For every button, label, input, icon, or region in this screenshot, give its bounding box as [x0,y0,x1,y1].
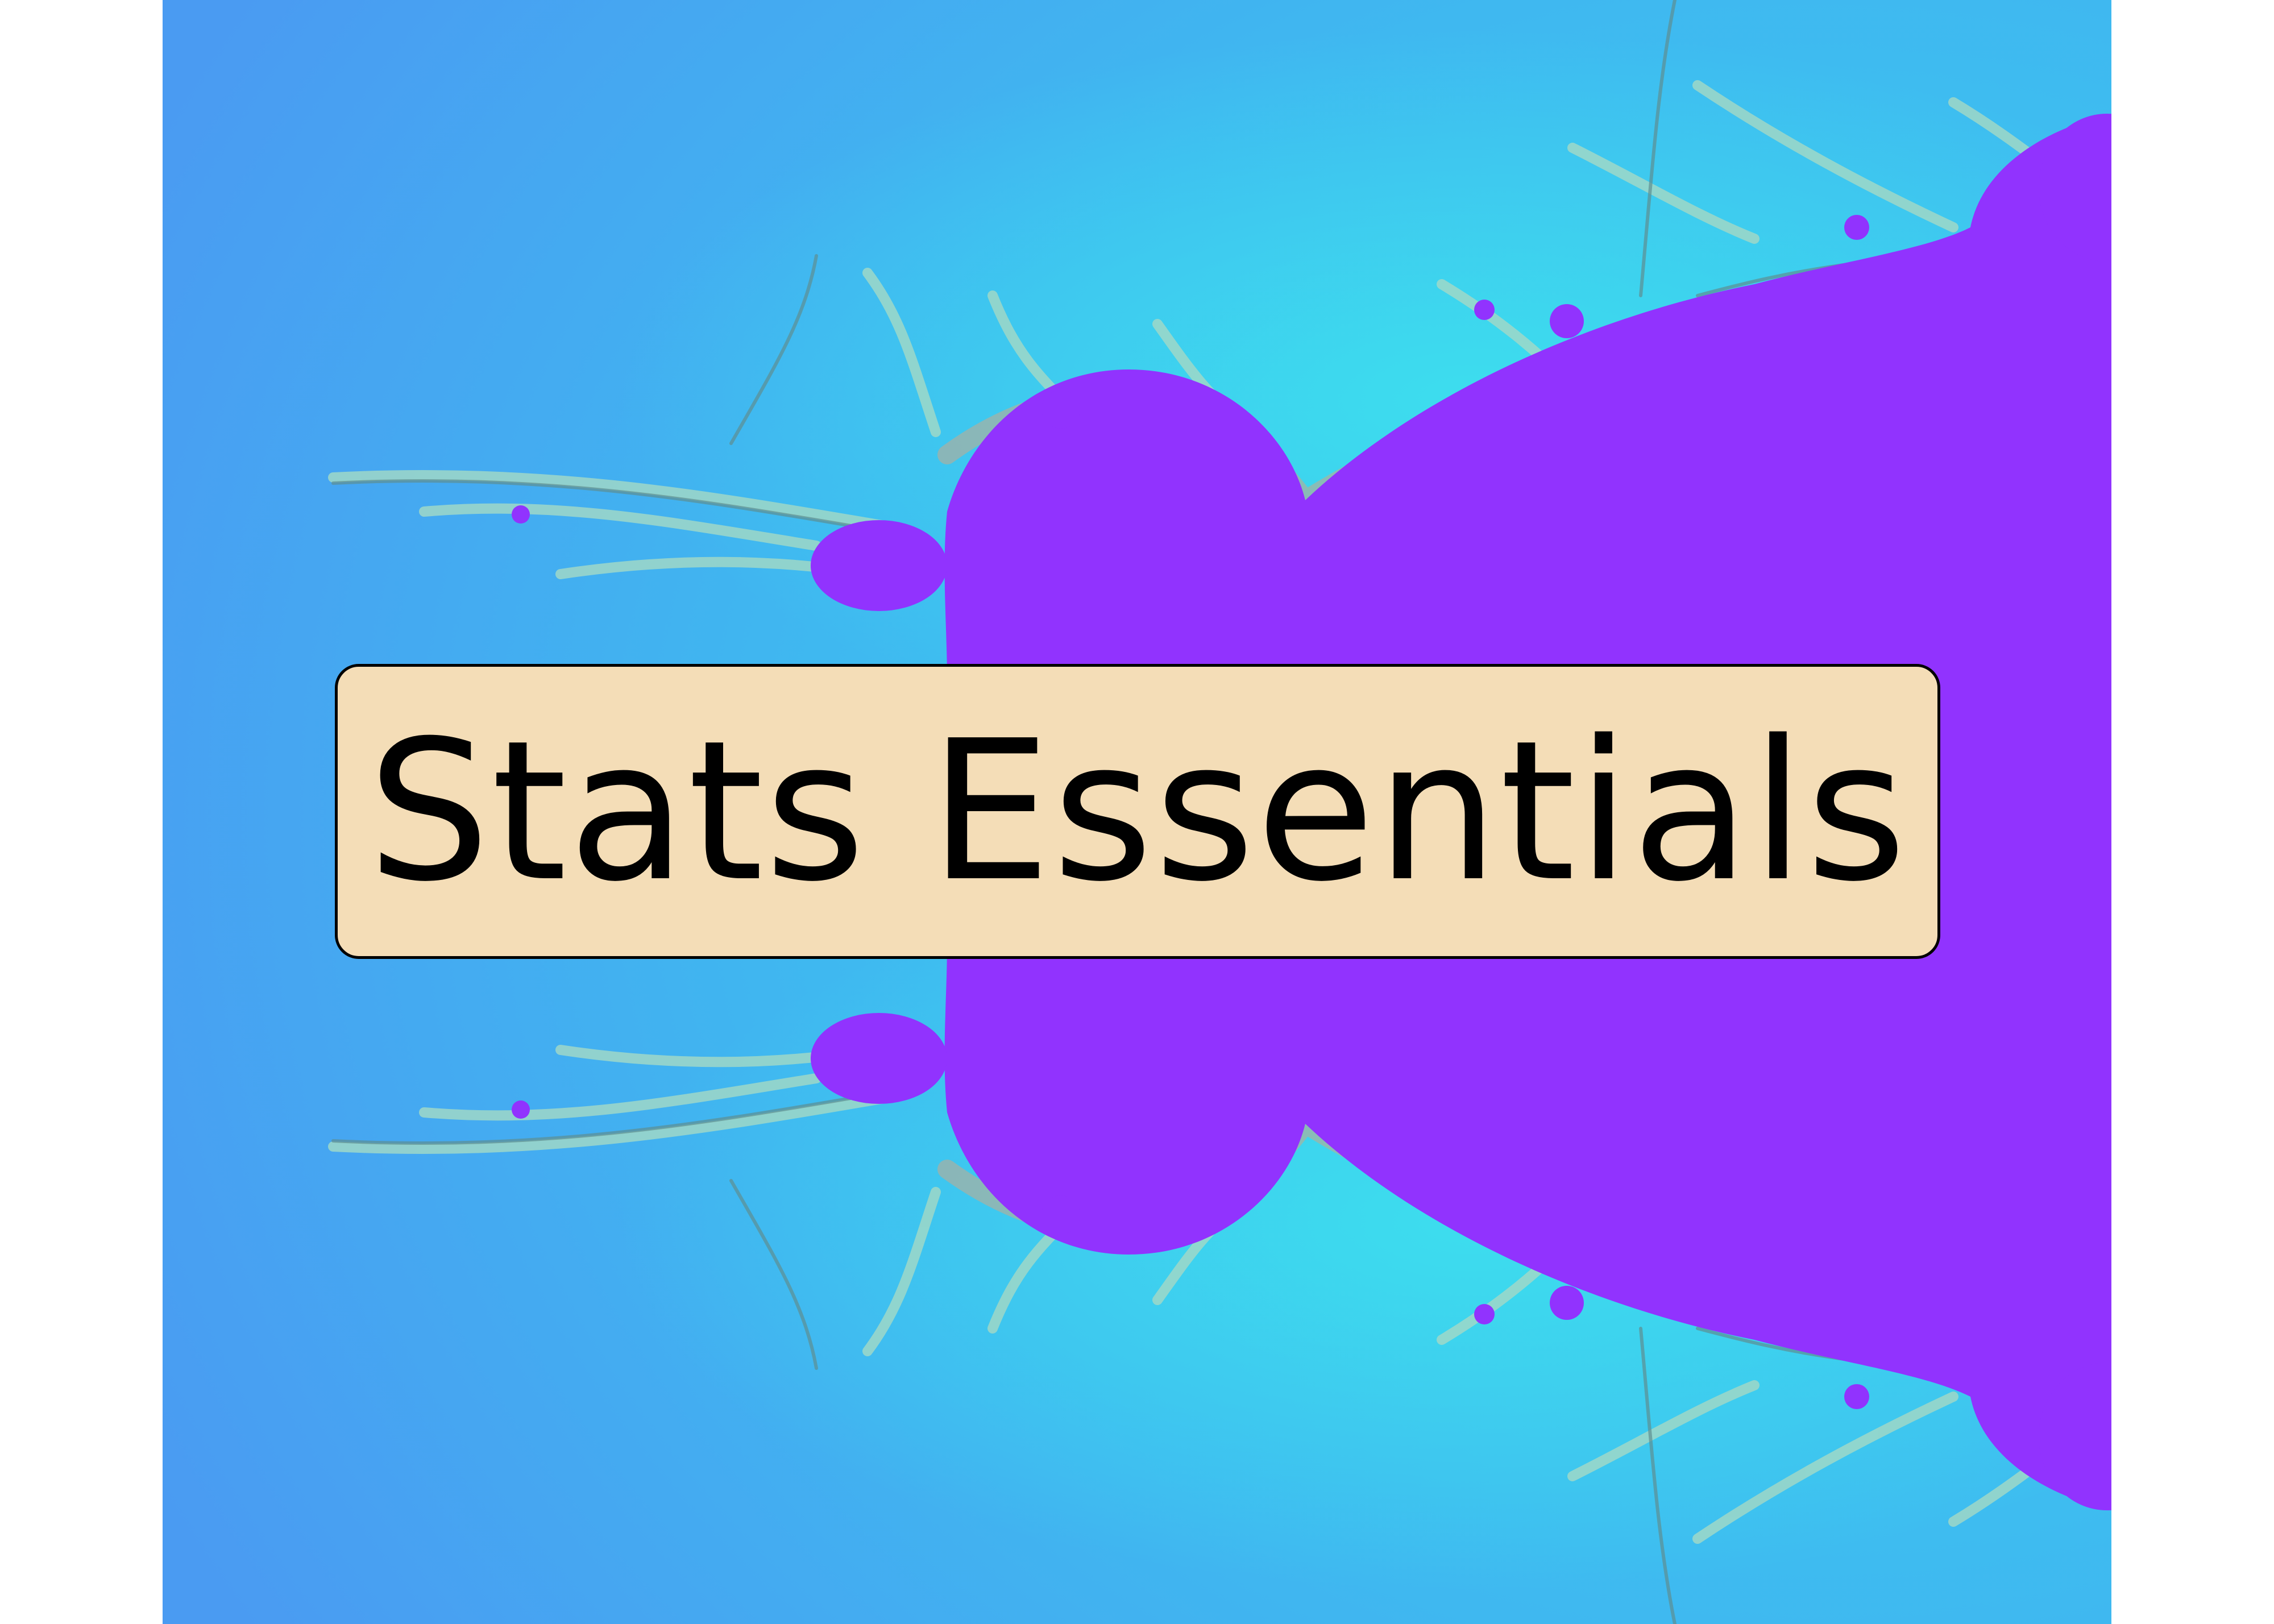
fractal-bulb-small-bottom-2 [1550,1286,1584,1320]
fractal-bulb-small-bottom-1 [1041,1195,1080,1234]
fractal-bulb-small-bottom-5 [512,1100,530,1119]
fractal-bulb-small-top-4 [1844,215,1869,240]
title-text: Stats Essentials [367,699,1908,924]
fractal-bulb-bottom [811,1013,947,1104]
fractal-bulb-small-top-2 [1550,304,1584,338]
fractal-bulb-small-bottom-4 [1844,1384,1869,1409]
fractal-bulb-small-top-1 [1041,390,1080,429]
title-box: Stats Essentials [335,664,1940,959]
fractal-bulb-small-top-5 [512,505,530,524]
fractal-bulb-small-bottom-3 [1474,1304,1495,1324]
fractal-bulb-top [811,520,947,611]
fractal-bulb-small-top-3 [1474,300,1495,320]
cover-page: Stats Essentials [0,0,2274,1624]
